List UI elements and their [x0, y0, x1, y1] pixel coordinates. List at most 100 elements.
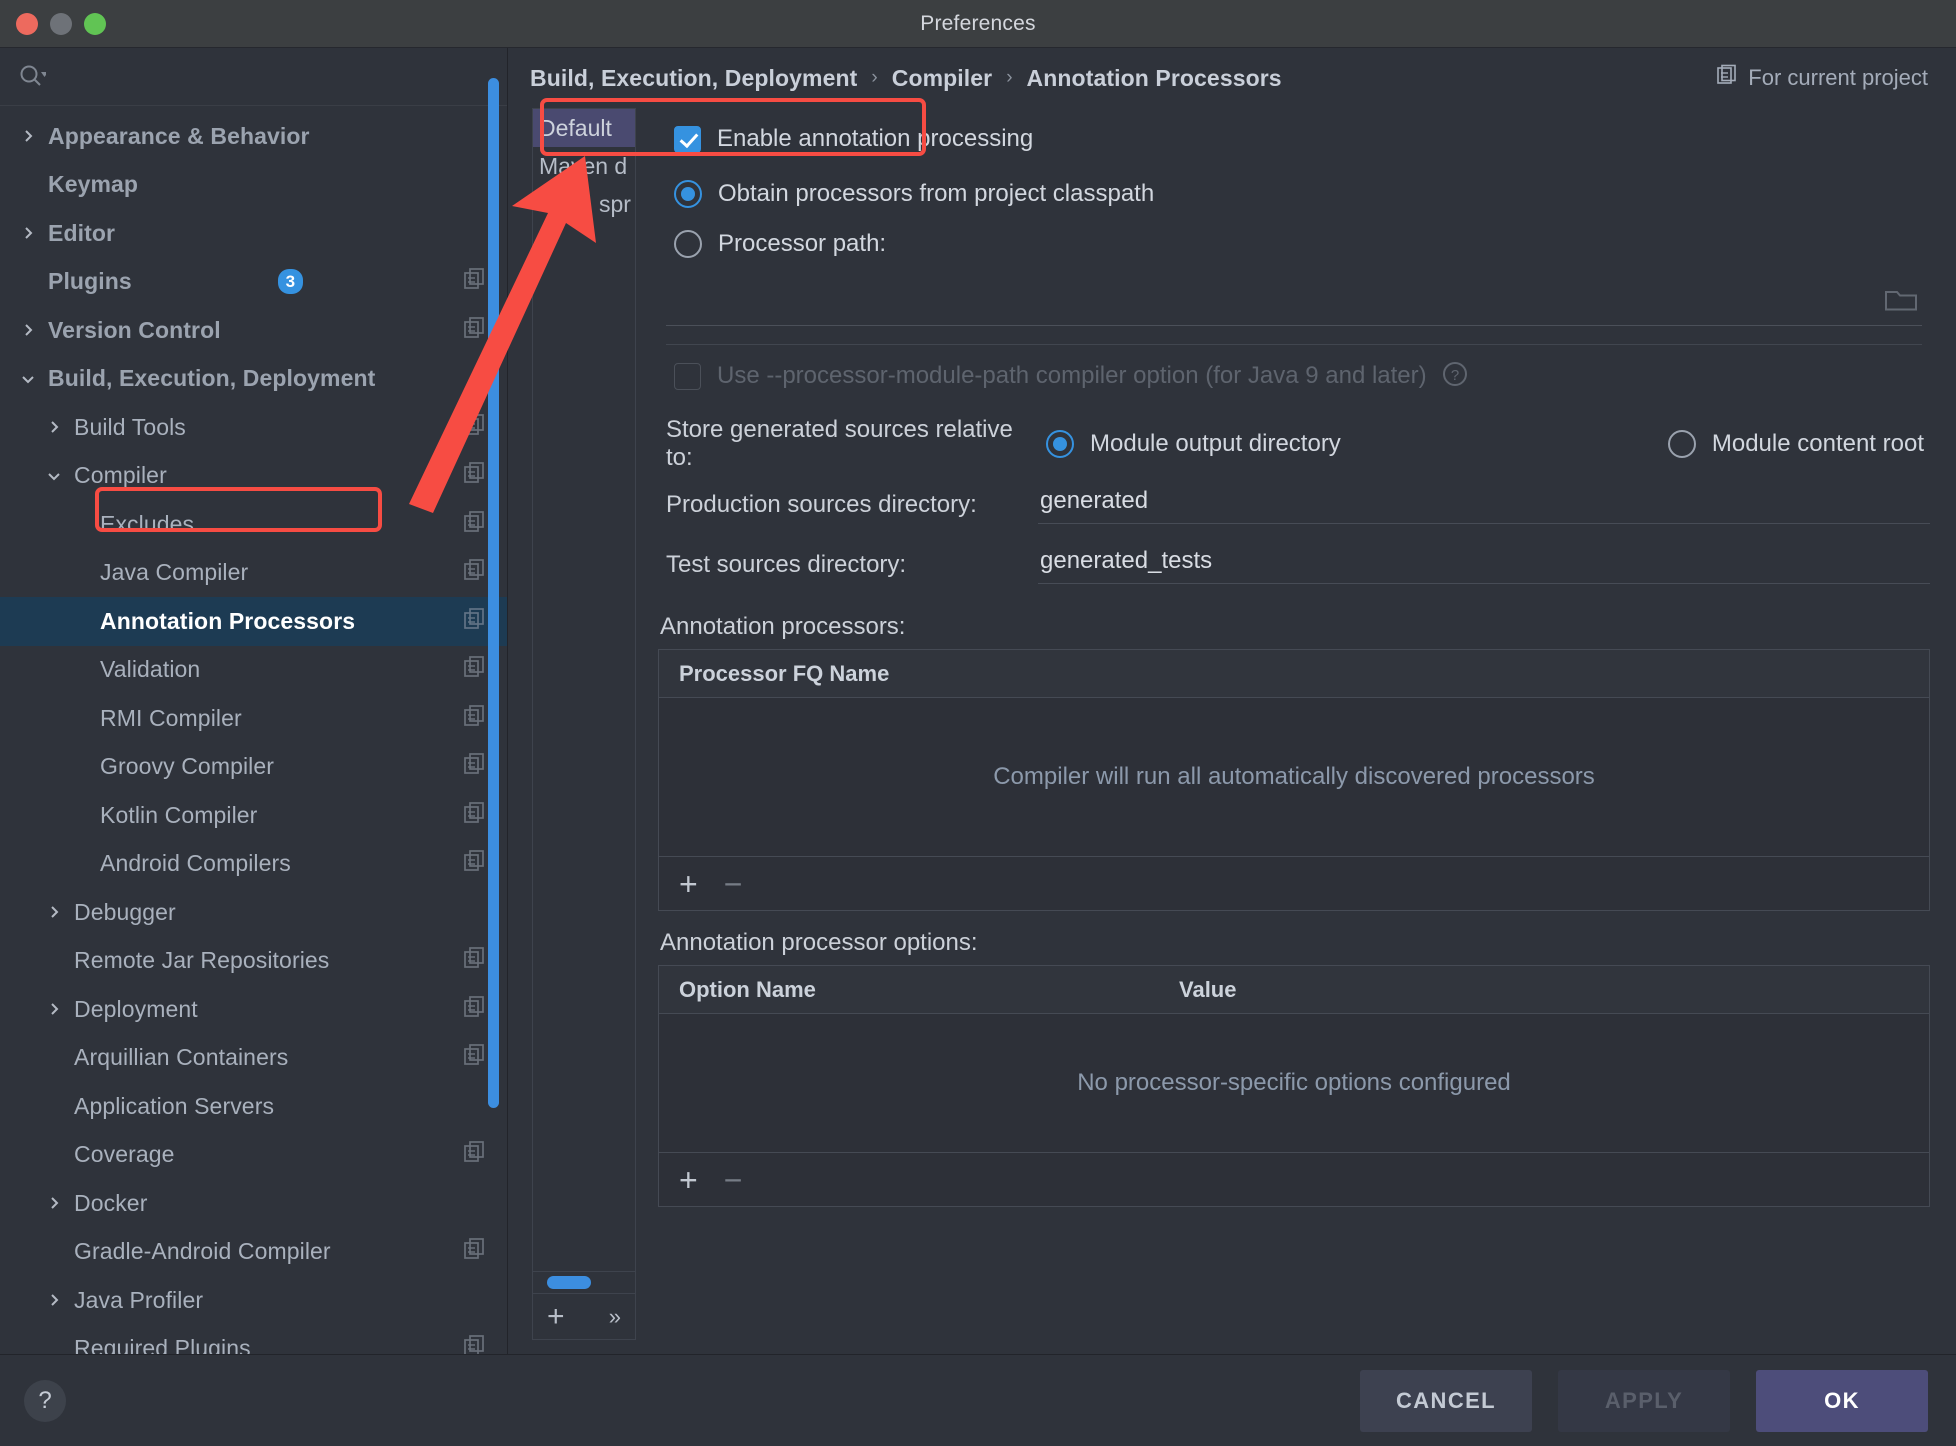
- chevron-right-icon[interactable]: [44, 999, 64, 1019]
- add-processor-button[interactable]: +: [679, 868, 698, 900]
- sidebar-item-annotation-processors[interactable]: Annotation Processors: [0, 597, 507, 646]
- chevron-right-icon[interactable]: [18, 223, 38, 243]
- sidebar-item-editor[interactable]: Editor: [0, 209, 507, 258]
- obtain-from-classpath-radio[interactable]: [674, 180, 702, 208]
- processor-path-row[interactable]: Processor path:: [658, 218, 1930, 270]
- module-list[interactable]: Default Maven d spr: [533, 109, 635, 1271]
- add-option-button[interactable]: +: [679, 1164, 698, 1196]
- chevron-down-icon[interactable]: [18, 369, 38, 389]
- breadcrumb-item-0[interactable]: Build, Execution, Deployment: [530, 65, 857, 92]
- sidebar-item-excludes[interactable]: Excludes: [0, 500, 507, 549]
- module-list-item[interactable]: Maven d: [533, 147, 635, 185]
- sidebar-item-java-profiler[interactable]: Java Profiler: [0, 1276, 507, 1325]
- module-list-item[interactable]: spr: [533, 185, 635, 223]
- sidebar-item-arquillian-containers[interactable]: Arquillian Containers: [0, 1034, 507, 1083]
- sidebar-item-version-control[interactable]: Version Control: [0, 306, 507, 355]
- help-circle-icon[interactable]: ?: [1441, 360, 1469, 393]
- copy-settings-icon[interactable]: [463, 801, 487, 830]
- sidebar-item-gradle-android-compiler[interactable]: Gradle-Android Compiler: [0, 1228, 507, 1277]
- copy-settings-icon[interactable]: [463, 510, 487, 539]
- settings-tree[interactable]: Appearance & Behavior Keymap Editor Plugins…: [0, 106, 507, 1354]
- sidebar-item-kotlin-compiler[interactable]: Kotlin Compiler: [0, 791, 507, 840]
- enable-annotation-processing-row[interactable]: Enable annotation processing: [658, 108, 1930, 170]
- sidebar-item-build-tools[interactable]: Build Tools: [0, 403, 507, 452]
- copy-settings-icon[interactable]: [463, 849, 487, 878]
- copy-settings-icon[interactable]: [463, 1140, 487, 1169]
- remove-option-button[interactable]: −: [724, 1164, 743, 1196]
- help-button[interactable]: ?: [24, 1379, 66, 1422]
- copy-settings-icon[interactable]: [463, 607, 487, 636]
- sidebar-item-validation[interactable]: Validation: [0, 646, 507, 695]
- sidebar-item-label: Validation: [100, 656, 201, 683]
- copy-settings-icon[interactable]: [463, 413, 487, 442]
- module-content-root-option[interactable]: Module content root: [1667, 430, 1924, 458]
- copy-settings-icon[interactable]: [463, 316, 487, 345]
- chevron-right-icon[interactable]: [18, 126, 38, 146]
- column-processor-fq-name[interactable]: Processor FQ Name: [659, 661, 889, 687]
- column-option-name[interactable]: Option Name: [659, 977, 1159, 1003]
- remove-processor-button[interactable]: −: [724, 868, 743, 900]
- sidebar-item-compiler[interactable]: Compiler: [0, 452, 507, 501]
- sidebar-item-debugger[interactable]: Debugger: [0, 888, 507, 937]
- sidebar-item-keymap[interactable]: Keymap: [0, 161, 507, 210]
- sidebar-item-appearance-behavior[interactable]: Appearance & Behavior: [0, 112, 507, 161]
- column-value[interactable]: Value: [1159, 977, 1236, 1003]
- module-content-root-radio[interactable]: [1667, 430, 1696, 458]
- copy-settings-icon[interactable]: [463, 1237, 487, 1266]
- chevron-right-icon[interactable]: [18, 320, 38, 340]
- sidebar-item-remote-jar-repositories[interactable]: Remote Jar Repositories: [0, 937, 507, 986]
- folder-icon[interactable]: [1884, 286, 1918, 319]
- copy-settings-icon[interactable]: [463, 752, 487, 781]
- copy-settings-icon[interactable]: [463, 704, 487, 733]
- sidebar-scrollbar[interactable]: [488, 78, 499, 1108]
- sidebar-item-android-compilers[interactable]: Android Compilers: [0, 840, 507, 889]
- module-list-item-label: Default: [539, 114, 612, 141]
- breadcrumb-item-2[interactable]: Annotation Processors: [1027, 65, 1282, 92]
- chevron-right-icon[interactable]: [44, 417, 64, 437]
- sidebar-item-application-servers[interactable]: Application Servers: [0, 1082, 507, 1131]
- module-output-directory-radio[interactable]: [1046, 430, 1074, 458]
- sidebar-item-build-execution-deployment[interactable]: Build, Execution, Deployment: [0, 355, 507, 404]
- sidebar-item-required-plugins[interactable]: Required Plugins: [0, 1325, 507, 1354]
- store-relative-to-row: Store generated sources relative to: Mod…: [658, 413, 1930, 475]
- ok-button[interactable]: OK: [1756, 1369, 1928, 1432]
- table-empty-body[interactable]: Compiler will run all automatically disc…: [659, 698, 1929, 856]
- obtain-from-classpath-row[interactable]: Obtain processors from project classpath: [658, 170, 1930, 218]
- test-sources-input[interactable]: generated_tests: [1038, 547, 1930, 584]
- apply-button[interactable]: APPLY: [1558, 1369, 1730, 1432]
- copy-settings-icon[interactable]: [463, 1334, 487, 1354]
- copy-settings-icon[interactable]: [463, 461, 487, 490]
- options-empty-body[interactable]: No processor-specific options configured: [659, 1014, 1929, 1152]
- processor-path-input[interactable]: [666, 284, 1922, 326]
- chevron-right-icon[interactable]: [44, 1193, 64, 1213]
- chevron-right-icon[interactable]: [44, 1290, 64, 1310]
- copy-settings-icon[interactable]: [463, 655, 487, 684]
- chevron-right-icon[interactable]: [44, 902, 64, 922]
- copy-settings-icon[interactable]: [463, 267, 487, 296]
- copy-settings-icon[interactable]: [463, 946, 487, 975]
- add-module-button[interactable]: +: [547, 1301, 565, 1332]
- module-list-more-button[interactable]: »: [609, 1305, 621, 1328]
- search-icon[interactable]: [16, 62, 48, 92]
- sidebar-item-deployment[interactable]: Deployment: [0, 985, 507, 1034]
- sidebar-item-groovy-compiler[interactable]: Groovy Compiler: [0, 743, 507, 792]
- chevron-down-icon[interactable]: [44, 466, 64, 486]
- processor-path-radio[interactable]: [674, 230, 702, 258]
- copy-settings-icon[interactable]: [463, 995, 487, 1024]
- sidebar-item-docker[interactable]: Docker: [0, 1179, 507, 1228]
- module-list-item[interactable]: Default: [533, 109, 635, 147]
- copy-settings-icon[interactable]: [463, 1043, 487, 1072]
- search-row[interactable]: [0, 48, 507, 106]
- cancel-button[interactable]: CANCEL: [1360, 1369, 1532, 1432]
- breadcrumb-item-1[interactable]: Compiler: [892, 65, 992, 92]
- sidebar-item-plugins[interactable]: Plugins 3: [0, 258, 507, 307]
- sidebar-item-java-compiler[interactable]: Java Compiler: [0, 549, 507, 598]
- copy-settings-icon[interactable]: [463, 558, 487, 587]
- production-sources-input[interactable]: generated: [1038, 487, 1930, 524]
- module-list-hscroll-thumb[interactable]: [547, 1276, 591, 1289]
- enable-annotation-processing-checkbox[interactable]: [674, 125, 701, 153]
- module-output-directory-option[interactable]: Module output directory: [1046, 430, 1341, 458]
- sidebar-item-rmi-compiler[interactable]: RMI Compiler: [0, 694, 507, 743]
- sidebar-item-coverage[interactable]: Coverage: [0, 1131, 507, 1180]
